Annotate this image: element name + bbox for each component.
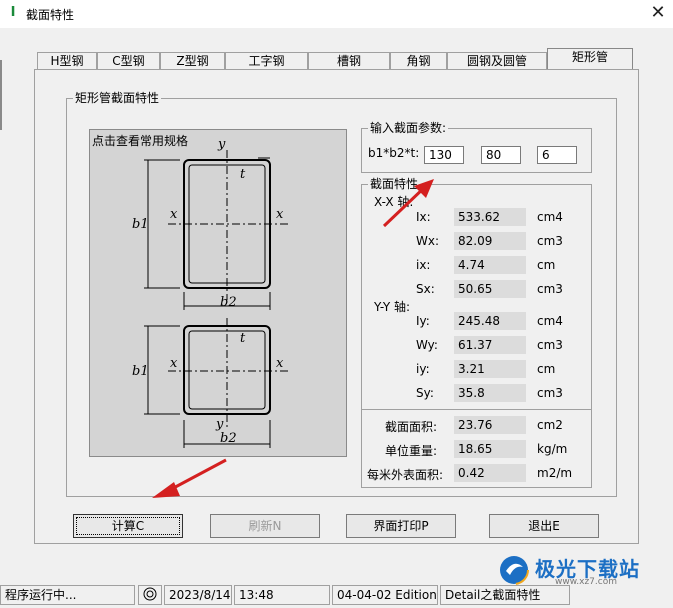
tab-angle-steel[interactable]: 角钢 xyxy=(390,52,447,69)
close-button[interactable]: ✕ xyxy=(643,0,673,28)
diagram-b2-label-lower: b2 xyxy=(220,431,237,446)
print-button[interactable]: 界面打印P xyxy=(346,514,456,538)
sy-value: 35.8 xyxy=(454,384,526,402)
weight-unit: kg/m xyxy=(537,442,568,456)
tab-round-steel-tube[interactable]: 圆钢及圆管 xyxy=(447,52,547,69)
wx-unit: cm3 xyxy=(537,234,563,248)
refresh-button[interactable]: 刷新N xyxy=(210,514,320,538)
ry-value: 3.21 xyxy=(454,360,526,378)
clock-icon xyxy=(138,585,162,605)
section-diagram[interactable]: 点击查看常用规格 y x x t b1 b2 x x t b1 y b2 xyxy=(89,129,347,457)
diagram-x-label-right-lower: x xyxy=(276,356,284,371)
surface-area-unit: m2/m xyxy=(537,466,573,480)
group-title: 矩形管截面特性 xyxy=(73,91,162,105)
calculate-button[interactable]: 计算C xyxy=(73,514,183,538)
diagram-t-label-lower: t xyxy=(240,331,246,346)
wy-value: 61.37 xyxy=(454,336,526,354)
weight-value: 18.65 xyxy=(454,440,526,458)
diagram-y-label-lower: y xyxy=(215,417,224,432)
ry-unit: cm xyxy=(537,362,556,376)
iy-label: Iy: xyxy=(416,314,430,328)
title-bar: I 截面特性 ✕ xyxy=(0,0,673,28)
watermark: 极光下载站 www.xz7.com xyxy=(497,553,667,587)
exit-button[interactable]: 退出E xyxy=(489,514,599,538)
diagram-t-label-top: t xyxy=(240,167,246,182)
status-date: 2023/8/14 xyxy=(164,585,232,605)
param-label: b1*b2*t: xyxy=(368,146,420,160)
tab-channel-steel[interactable]: 槽钢 xyxy=(308,52,390,69)
properties-divider xyxy=(362,409,591,410)
tab-c-steel[interactable]: C型钢 xyxy=(97,52,160,69)
wy-unit: cm3 xyxy=(537,338,563,352)
wx-label: Wx: xyxy=(416,234,440,248)
rx-label: ix: xyxy=(416,258,431,272)
background-window-edge xyxy=(0,60,2,130)
area-unit: cm2 xyxy=(537,418,563,432)
sx-unit: cm3 xyxy=(537,282,563,296)
ry-label: iy: xyxy=(416,362,430,376)
diagram-y-label-top: y xyxy=(217,137,226,152)
rx-value: 4.74 xyxy=(454,256,526,274)
app-icon: I xyxy=(10,5,16,20)
surface-area-label: 每米外表面积: xyxy=(367,468,444,482)
ix-unit: cm4 xyxy=(537,210,563,224)
weight-label: 单位重量: xyxy=(385,444,438,458)
t-input[interactable] xyxy=(537,146,577,164)
diagram-b2-label-top: b2 xyxy=(220,295,237,310)
status-detail: Detail之截面特性 xyxy=(440,585,570,605)
tab-h-steel[interactable]: H型钢 xyxy=(37,52,97,69)
area-value: 23.76 xyxy=(454,416,526,434)
window-title: 截面特性 xyxy=(26,8,75,22)
status-time: 13:48 xyxy=(234,585,330,605)
tab-rectangular-tube[interactable]: 矩形管 xyxy=(547,48,633,69)
sx-label: Sx: xyxy=(416,282,435,296)
iy-value: 245.48 xyxy=(454,312,526,330)
tab-z-steel[interactable]: Z型钢 xyxy=(160,52,225,69)
annotation-arrow-top xyxy=(382,179,434,228)
rect-tube-drawing: y x x t b1 b2 x x t b1 y b2 xyxy=(132,137,288,448)
input-group-title: 输入截面参数: xyxy=(368,121,449,135)
rx-unit: cm xyxy=(537,258,556,272)
status-message: 程序运行中... xyxy=(0,585,135,605)
diagram-b1-label-top: b1 xyxy=(132,217,149,232)
sy-label: Sy: xyxy=(416,386,434,400)
sy-unit: cm3 xyxy=(537,386,563,400)
b2-input[interactable] xyxy=(481,146,521,164)
diagram-b1-label-lower: b1 xyxy=(132,364,149,379)
area-label: 截面面积: xyxy=(385,420,438,434)
yy-axis-label: Y-Y 轴: xyxy=(374,300,411,314)
ix-value: 533.62 xyxy=(454,208,526,226)
annotation-arrow-bottom xyxy=(152,458,227,498)
wx-value: 82.09 xyxy=(454,232,526,250)
status-version: 04-04-02 Edition xyxy=(332,585,438,605)
diagram-x-label-left: x xyxy=(170,207,178,222)
diagram-x-label-left-lower: x xyxy=(170,356,178,371)
surface-area-value: 0.42 xyxy=(454,464,526,482)
tab-i-beam[interactable]: 工字钢 xyxy=(225,52,308,69)
watermark-subtext: www.xz7.com xyxy=(555,577,617,587)
sx-value: 50.65 xyxy=(454,280,526,298)
iy-unit: cm4 xyxy=(537,314,563,328)
b1-input[interactable] xyxy=(424,146,464,164)
wy-label: Wy: xyxy=(416,338,438,352)
diagram-x-label-right: x xyxy=(276,207,284,222)
watermark-logo-icon xyxy=(499,555,529,585)
